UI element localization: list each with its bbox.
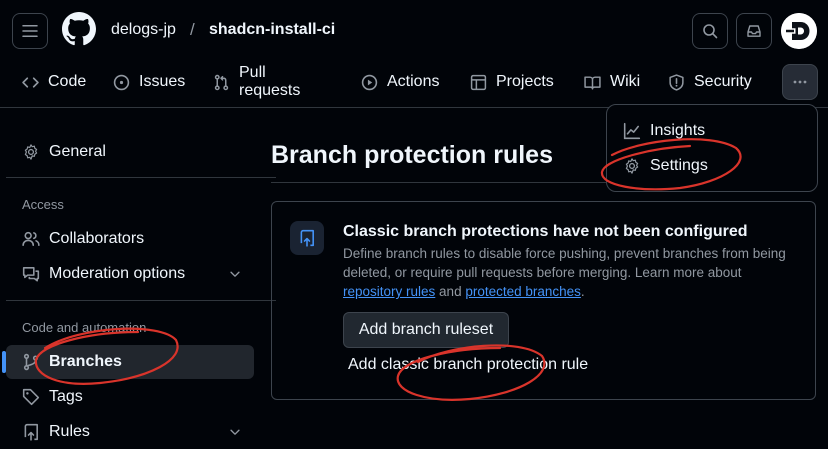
repo-push-icon [24, 423, 38, 441]
menu-item-insights[interactable]: Insights [623, 117, 705, 145]
notice-text-and: and [435, 284, 466, 299]
notice-description: Define branch rules to disable force pus… [343, 244, 803, 301]
sidebar-item-moderation-label: Moderation options [49, 265, 186, 282]
chevron-down-icon [230, 429, 240, 435]
chevron-down-icon [230, 271, 240, 277]
repo-header: delogs-jp / shadcn-install-ci Code Issue… [0, 0, 828, 108]
repo-owner-link[interactable]: delogs-jp [111, 21, 176, 39]
settings-sidebar: General Access Collaborators Moderation … [0, 109, 276, 449]
sidebar-item-collaborators[interactable]: Collaborators [6, 222, 254, 256]
classic-protection-notice: Classic branch protections have not been… [271, 201, 816, 400]
add-classic-protection-rule-button[interactable]: Add classic branch protection rule [348, 356, 588, 374]
sidebar-item-general-label: General [49, 143, 106, 160]
notice-title: Classic branch protections have not been… [343, 223, 748, 240]
sidebar-item-branches-label: Branches [49, 353, 122, 370]
tab-security-label: Security [694, 73, 752, 90]
repo-name-link[interactable]: shadcn-install-ci [209, 21, 335, 39]
tab-pull-requests[interactable]: Pull requests [213, 64, 300, 100]
play-icon [361, 74, 378, 90]
sidebar-divider [6, 300, 276, 301]
tab-code[interactable]: Code [22, 64, 86, 100]
sidebar-item-moderation-options[interactable]: Moderation options [6, 257, 254, 291]
comment-discussion-icon [22, 267, 40, 282]
menu-item-insights-label: Insights [650, 122, 706, 139]
sidebar-item-tags[interactable]: Tags [6, 380, 254, 414]
menu-item-settings-label: Settings [650, 157, 708, 174]
github-logo-icon[interactable] [62, 12, 96, 46]
table-icon [470, 74, 487, 90]
more-tabs-button[interactable] [782, 64, 818, 100]
sidebar-item-branches[interactable]: Branches [2, 345, 254, 379]
notice-text: Define branch rules to disable force pus… [343, 246, 786, 280]
user-avatar[interactable] [781, 13, 817, 49]
tab-security[interactable]: Security [668, 64, 752, 100]
tab-code-label: Code [48, 73, 87, 90]
sidebar-item-collaborators-label: Collaborators [49, 230, 145, 247]
sidebar-heading-code-automation: Code and automation [22, 320, 147, 335]
path-separator: / [190, 20, 195, 39]
tab-projects-label: Projects [496, 73, 554, 90]
repository-rules-link[interactable]: repository rules [343, 284, 435, 299]
page-title: Branch protection rules [271, 141, 553, 169]
title-divider [271, 182, 606, 183]
gear-icon [625, 158, 639, 174]
tab-actions-label: Actions [387, 73, 440, 90]
sidebar-item-tags-label: Tags [49, 388, 83, 405]
avatar-logo-icon [781, 13, 817, 49]
tab-issues-label: Issues [139, 73, 186, 90]
tab-projects[interactable]: Projects [470, 64, 554, 100]
menu-item-settings[interactable]: Settings [623, 152, 708, 180]
tab-wiki-label: Wiki [610, 73, 641, 90]
sidebar-item-rules-label: Rules [49, 423, 90, 440]
tab-issues[interactable]: Issues [113, 64, 185, 100]
shield-icon [669, 73, 684, 91]
graph-icon [623, 122, 641, 140]
inbox-icon [747, 25, 761, 37]
tab-wiki[interactable]: Wiki [584, 64, 640, 100]
gear-icon [24, 144, 38, 160]
git-pull-request-icon [214, 74, 229, 90]
search-icon [703, 24, 718, 39]
inbox-button[interactable] [736, 13, 772, 49]
code-icon [22, 76, 39, 88]
sidebar-item-general[interactable]: General [6, 135, 254, 169]
notice-icon-badge [290, 221, 324, 255]
sidebar-divider [6, 177, 276, 178]
book-icon [584, 75, 601, 90]
protected-branches-link[interactable]: protected branches [465, 284, 581, 299]
tab-pull-requests-label: Pull requests [239, 64, 301, 99]
kebab-horizontal-icon [793, 80, 807, 84]
tab-actions[interactable]: Actions [361, 64, 439, 100]
repo-push-icon [300, 229, 314, 247]
more-tabs-menu: Insights Settings [606, 104, 818, 192]
menu-button[interactable] [12, 13, 48, 49]
hamburger-icon [22, 25, 38, 37]
issue-opened-icon [113, 74, 130, 90]
search-button[interactable] [692, 13, 728, 49]
sidebar-heading-access: Access [22, 197, 64, 212]
tag-icon [22, 388, 40, 406]
add-branch-ruleset-button[interactable]: Add branch ruleset [343, 312, 509, 348]
people-icon [22, 231, 40, 246]
sidebar-item-rules[interactable]: Rules [6, 415, 254, 449]
notice-text-end: . [580, 284, 585, 299]
git-branch-icon [23, 353, 39, 371]
